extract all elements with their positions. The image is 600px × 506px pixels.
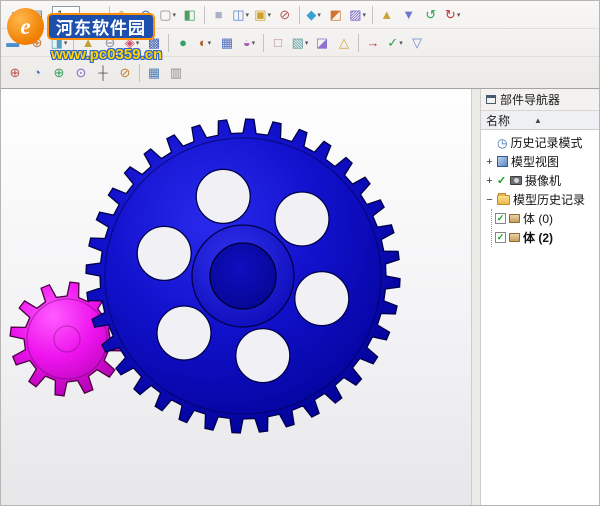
toolbar-icon[interactable]: ● <box>172 33 194 53</box>
toolbar-separator <box>372 6 373 24</box>
gear-hole <box>196 169 250 223</box>
navigator-tree: ◷ 历史记录模式 + 模型视图 + ✓ 摄像机 − 模型历史记录 <box>481 130 600 506</box>
gears-canvas[interactable] <box>1 89 471 506</box>
toolbar-icon[interactable]: ⊘ <box>114 63 136 83</box>
toolbar-separator <box>168 34 169 52</box>
site-logo-icon: e <box>7 8 44 45</box>
model-view-icon <box>497 156 508 167</box>
folder-icon <box>497 195 510 205</box>
large-gear[interactable] <box>86 119 400 433</box>
toolbar-icon[interactable]: ■ <box>208 5 230 25</box>
tree-item-label: 体 (2) <box>523 229 553 246</box>
toolbar-separator <box>139 64 140 82</box>
navigator-window-icon <box>486 95 496 104</box>
3d-viewport[interactable] <box>1 89 471 506</box>
tree-item-model-views[interactable]: + 模型视图 <box>481 152 600 171</box>
toolbar-icon[interactable]: ▥ <box>165 63 187 83</box>
check-icon: ✓ <box>497 174 507 187</box>
tree-item-label: 模型历史记录 <box>513 191 585 208</box>
watermark-site-url: www.pc0359.cn <box>51 46 162 63</box>
toolbar-icon[interactable]: ↺ <box>420 5 442 25</box>
gear-hole <box>137 226 191 280</box>
watermark: e 河东软件园 www.pc0359.cn <box>7 8 162 63</box>
toolbar-icon[interactable]: ◫▾ <box>230 5 252 25</box>
tree-item-label: 摄像机 <box>525 172 561 189</box>
toolbar-icon[interactable]: ✓▾ <box>384 33 406 53</box>
model-history-children: ✓ 体 (0) ✓ 体 (2) <box>491 209 600 247</box>
toolbar-separator <box>263 34 264 52</box>
toolbar-icon[interactable]: ⊘ <box>274 5 296 25</box>
gear-hole <box>236 329 290 383</box>
cad-application-window: ▾▤1▾▱▾◇▾⊙▢▾◧■◫▾▣▾⊘◆▾◩▨▾▲▼↺↻▾ ▬▾⊕◨▾▲⊖◈▾▩●… <box>0 0 600 506</box>
toolbar-separator <box>204 6 205 24</box>
toolbar-icon[interactable]: ◒▾ <box>238 33 260 53</box>
toolbar-separator <box>358 34 359 52</box>
toolbar-icon[interactable]: ◩ <box>325 5 347 25</box>
toolbar-icon[interactable]: △ <box>333 33 355 53</box>
gear-hole <box>275 192 329 246</box>
toolbar-icon[interactable]: ⊕ <box>4 63 26 83</box>
toolbar-icon[interactable]: ▨▾ <box>347 5 369 25</box>
toolbar-icon[interactable]: ◆▾ <box>303 5 325 25</box>
toolbar-icon[interactable]: ▣▾ <box>252 5 274 25</box>
panel-title: 部件导航器 <box>500 91 560 108</box>
toolbar-icon[interactable]: ↻▾ <box>442 5 464 25</box>
tree-item-label: 模型视图 <box>511 153 559 170</box>
tree-item-body-0[interactable]: ✓ 体 (0) <box>492 209 600 228</box>
collapse-icon[interactable]: − <box>485 194 494 206</box>
toolbar-icon[interactable]: ▧▾ <box>289 33 311 53</box>
part-navigator-panel: 部件导航器 名称 ▲ ◷ 历史记录模式 + 模型视图 + ✓ 摄像机 <box>481 89 600 506</box>
tree-item-history-mode[interactable]: ◷ 历史记录模式 <box>481 133 600 152</box>
toolbar-icon[interactable]: → <box>362 33 384 53</box>
tree-item-label: 历史记录模式 <box>510 134 582 151</box>
column-header-label: 名称 <box>486 112 510 129</box>
tree-item-cameras[interactable]: + ✓ 摄像机 <box>481 171 600 190</box>
toolbar-separator <box>299 6 300 24</box>
expand-icon[interactable]: + <box>485 156 494 168</box>
tree-item-label: 体 (0) <box>523 210 553 227</box>
column-header-name[interactable]: 名称 ▲ <box>481 111 600 130</box>
tree-item-body-2[interactable]: ✓ 体 (2) <box>492 228 600 247</box>
watermark-site-name: 河东软件园 <box>47 13 155 40</box>
checkbox-checked[interactable]: ✓ <box>495 213 506 224</box>
sort-ascending-icon: ▲ <box>534 116 542 125</box>
toolbar-icon[interactable]: ◔ <box>26 63 48 83</box>
toolbar-icon[interactable]: ◐▾ <box>194 33 216 53</box>
viewport-scrollbar[interactable] <box>471 89 481 506</box>
toolbar-icon[interactable]: ┼ <box>92 63 114 83</box>
panel-header: 部件导航器 <box>481 89 600 111</box>
expand-icon[interactable]: + <box>485 175 494 187</box>
solid-body-icon <box>509 214 520 223</box>
checkbox-checked[interactable]: ✓ <box>495 232 506 243</box>
toolbar-icon[interactable]: ◪ <box>311 33 333 53</box>
toolbar-icon[interactable]: ▲ <box>376 5 398 25</box>
toolbar-icon[interactable]: ▽ <box>406 33 428 53</box>
toolbar-icon[interactable]: ▦ <box>216 33 238 53</box>
camera-icon <box>510 176 522 185</box>
toolbar-icon[interactable]: ▼ <box>398 5 420 25</box>
toolbar-icon[interactable]: ▦ <box>143 63 165 83</box>
toolbar-icon[interactable]: ⊙ <box>70 63 92 83</box>
solid-body-icon <box>509 233 520 242</box>
gear-hole <box>157 306 211 360</box>
history-clock-icon: ◷ <box>497 136 507 150</box>
toolbar-icon[interactable]: ◧ <box>179 5 201 25</box>
tree-item-model-history[interactable]: − 模型历史记录 <box>481 190 600 209</box>
toolbar-icon[interactable]: ⊕ <box>48 63 70 83</box>
gear-hole <box>295 272 349 326</box>
toolbar-icon[interactable]: □ <box>267 33 289 53</box>
